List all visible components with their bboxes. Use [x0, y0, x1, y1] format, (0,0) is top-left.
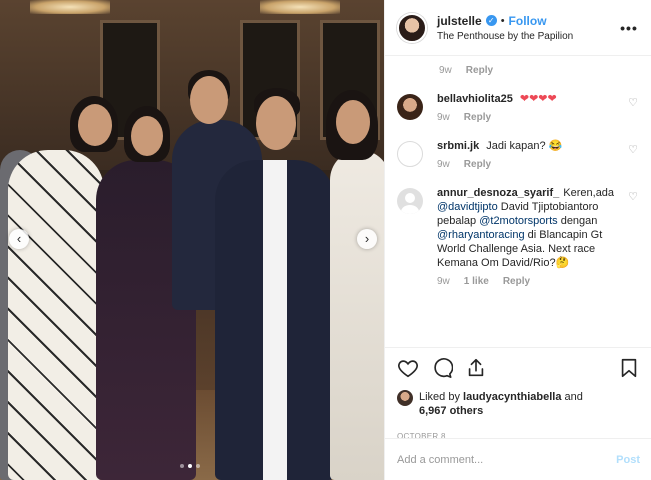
liker-username[interactable]: laudyacynthiabella [463, 391, 561, 403]
reply-button[interactable]: Reply [466, 65, 493, 76]
ceiling-lamp [260, 0, 340, 14]
mention-link[interactable]: @davidtjipto [437, 201, 498, 213]
comment-time[interactable]: 9w [437, 159, 450, 170]
ceiling-lamp [30, 0, 110, 14]
share-icon[interactable] [465, 357, 487, 379]
person-suit-white-shirt [215, 160, 335, 480]
comment-item: bellavhiolita25 ❤❤❤❤ 9w Reply ♡ [385, 92, 651, 123]
comment-content-part: Keren,ada [563, 187, 615, 199]
separator-dot: • [500, 14, 505, 27]
liker-avatar[interactable] [397, 390, 413, 406]
verified-badge-icon: ✓ [485, 15, 497, 26]
comment-text: bellavhiolita25 ❤❤❤❤ [437, 92, 622, 106]
post-actions: Liked by laudyacynthiabella and 6,967 ot… [385, 347, 651, 441]
commenter-avatar[interactable] [397, 94, 423, 120]
likes-count[interactable]: 6,967 others [419, 405, 483, 417]
comment-content: ❤❤❤❤ [519, 93, 557, 105]
mention-link[interactable]: @t2motorsports [479, 215, 557, 227]
carousel-dot-active [188, 464, 192, 468]
post-photo[interactable]: ‹ › [0, 0, 384, 480]
bookmark-icon[interactable] [618, 357, 640, 379]
comment-text: srbmi.jk Jadi kapan? 😂 [437, 139, 622, 153]
comment-bubble-icon[interactable] [431, 357, 453, 379]
likes-prefix: Liked by [419, 391, 464, 403]
commenter-username[interactable]: srbmi.jk [437, 140, 479, 152]
carousel-dot [196, 464, 200, 468]
person-face [131, 116, 163, 156]
action-icons [397, 356, 640, 380]
follow-button[interactable]: Follow [509, 14, 547, 28]
chevron-right-icon: › [364, 231, 370, 246]
carousel-prev-button[interactable]: ‹ [9, 229, 29, 249]
post-location[interactable]: The Penthouse by the Papilion [437, 31, 619, 42]
comment-item: annur_desnoza_syarif_ Keren,ada @davidtji… [385, 186, 651, 287]
add-comment-bar: Post [385, 438, 651, 480]
comment-body: srbmi.jk Jadi kapan? 😂 9w Reply [437, 139, 640, 170]
person-face [256, 96, 296, 150]
likes-and: and [561, 391, 583, 403]
likes-text: Liked by laudyacynthiabella and 6,967 ot… [419, 390, 583, 418]
comment-body: annur_desnoza_syarif_ Keren,ada @davidtji… [437, 186, 640, 287]
post-side-panel: julstelle ✓ • Follow The Penthouse by th… [384, 0, 651, 480]
comment-item: srbmi.jk Jadi kapan? 😂 9w Reply ♡ [385, 139, 651, 170]
person-face [190, 76, 228, 124]
likes-summary: Liked by laudyacynthiabella and 6,967 ot… [397, 390, 640, 418]
comment-like-icon[interactable]: ♡ [628, 143, 638, 156]
carousel-next-button[interactable]: › [357, 229, 377, 249]
comment-time[interactable]: 9w [437, 276, 450, 287]
person-face [78, 104, 112, 146]
carousel-dot [180, 464, 184, 468]
mention-link[interactable]: @rharyantoracing [437, 229, 525, 241]
comment-time[interactable]: 9w [439, 65, 452, 76]
person-lace-dress [330, 150, 384, 480]
author-line: julstelle ✓ • Follow [437, 14, 619, 28]
comment-input[interactable] [397, 453, 617, 466]
commenter-avatar[interactable] [397, 188, 423, 214]
reply-button[interactable]: Reply [503, 276, 530, 287]
post-comment-button[interactable]: Post [616, 454, 640, 466]
commenter-username[interactable]: annur_desnoza_syarif_ [437, 187, 559, 199]
comment-content-part: dengan [557, 215, 598, 227]
comment-meta: 9w Reply [385, 63, 651, 76]
comment-meta: 9w Reply [437, 159, 622, 170]
post-author-info: julstelle ✓ • Follow The Penthouse by th… [437, 14, 619, 42]
comment-likes-count[interactable]: 1 like [464, 276, 489, 287]
comment-body: bellavhiolita25 ❤❤❤❤ 9w Reply [437, 92, 640, 123]
comment-like-icon[interactable]: ♡ [628, 96, 638, 109]
chevron-left-icon: ‹ [16, 231, 22, 246]
person-white-dress [8, 150, 104, 480]
comment-content: Jadi kapan? 😂 [486, 140, 563, 152]
commenter-username[interactable]: bellavhiolita25 [437, 93, 513, 105]
heart-outline-icon[interactable] [397, 357, 419, 379]
more-options-icon[interactable]: ••• [619, 20, 639, 36]
person-face [336, 100, 370, 144]
author-username[interactable]: julstelle [437, 14, 482, 28]
comments-list[interactable]: 9w Reply bellavhiolita25 ❤❤❤❤ 9w Reply ♡ [385, 57, 651, 347]
comment-text: annur_desnoza_syarif_ Keren,ada @davidtji… [437, 186, 622, 270]
reply-button[interactable]: Reply [464, 112, 491, 123]
reply-button[interactable]: Reply [464, 159, 491, 170]
carousel-indicator [180, 464, 200, 468]
post-header: julstelle ✓ • Follow The Penthouse by th… [385, 0, 651, 56]
comment-like-icon[interactable]: ♡ [628, 190, 638, 203]
author-avatar[interactable] [397, 12, 427, 43]
comment-meta: 9w 1 like Reply [437, 276, 622, 287]
commenter-avatar[interactable] [397, 141, 423, 167]
comment-meta: 9w Reply [437, 112, 622, 123]
comment-time[interactable]: 9w [437, 112, 450, 123]
